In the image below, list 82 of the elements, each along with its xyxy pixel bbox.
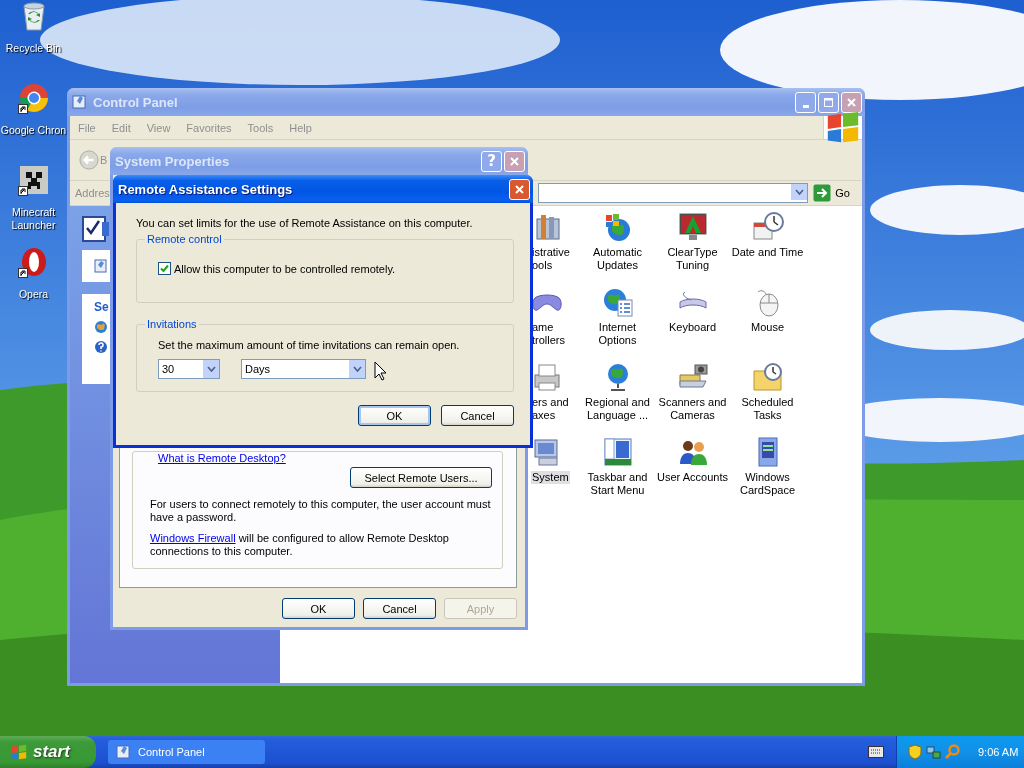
dropdown[interactable]: Days: [241, 359, 366, 379]
shortcut-arrow-icon: [17, 268, 28, 278]
select-users-button[interactable]: Select Remote Users...: [350, 467, 492, 488]
close-icon: [846, 96, 857, 108]
address-field[interactable]: [538, 183, 809, 203]
calendar-clock-icon: [751, 211, 784, 243]
help-icon: [94, 340, 108, 354]
note-text: For users to connect remotely to this computer, the user account must have a password.: [150, 498, 492, 524]
dropdown-button[interactable]: [791, 184, 808, 200]
group-label: Invitations: [145, 318, 199, 331]
control-panel-item[interactable]: System: [531, 471, 570, 484]
control-panel-item[interactable]: Date and Time: [730, 246, 805, 259]
close-icon: [509, 155, 520, 167]
max-button[interactable]: [818, 91, 839, 113]
caret-icon: [794, 188, 804, 196]
control-panel-item[interactable]: ers and axes: [531, 396, 570, 422]
window-icon: [72, 94, 88, 110]
control-panel-item[interactable]: Scheduled Tasks: [740, 396, 795, 422]
shortcut-arrow-icon: [17, 186, 28, 196]
control-panel-item[interactable]: istrative ools: [531, 246, 571, 272]
control-panel-item[interactable]: User Accounts: [656, 471, 729, 484]
firewall-text: Windows Firewall will be configured to allow Remote Desktop connections to this computer.: [150, 532, 450, 558]
link[interactable]: What is Remote Desktop?: [158, 452, 492, 464]
control-panel-item[interactable]: Regional and Language ...: [584, 396, 651, 422]
group-label: Remote control: [145, 233, 224, 246]
window-title: System Properties: [115, 153, 231, 169]
control-panel-item[interactable]: Windows CardSpace: [738, 471, 796, 497]
control-panel-item[interactable]: Taskbar and Start Menu: [586, 471, 649, 497]
window-icon: [94, 259, 108, 273]
intro-text: You can set limits for the use of Remote Assistance on this computer.: [136, 217, 474, 229]
check-icon: [160, 264, 169, 273]
window-title: Remote Assistance Settings: [118, 181, 294, 197]
shield-icon[interactable]: [907, 744, 923, 760]
keyboard-icon[interactable]: [868, 746, 884, 758]
close-icon: [514, 183, 525, 195]
minimize-icon: [802, 104, 809, 108]
start-button[interactable]: start: [0, 736, 96, 768]
control-panel-item[interactable]: Automatic Updates: [592, 246, 643, 272]
caret-icon: [352, 365, 362, 373]
maximize-icon: [823, 96, 834, 108]
instruction-text: Set the maximum amount of time invitations can remain open.: [158, 339, 461, 351]
cursor-icon: [374, 361, 387, 381]
taskbar-window-icon: [601, 436, 634, 468]
globe-icon: [94, 320, 108, 334]
desktop-icon-label[interactable]: Minecraft Launcher: [0, 206, 67, 232]
dialog-button[interactable]: Cancel: [441, 405, 514, 426]
control-panel-item[interactable]: Internet Options: [597, 321, 638, 347]
caret-icon: [206, 365, 216, 373]
go-button[interactable]: Go: [813, 184, 862, 202]
checkbox[interactable]: [158, 262, 171, 275]
min-button[interactable]: [795, 91, 816, 113]
desktop-icon-label[interactable]: Opera: [18, 288, 49, 301]
shortcut-arrow-icon: [17, 104, 28, 114]
network-icon[interactable]: [926, 744, 942, 760]
panel-heading: Se: [94, 300, 110, 314]
close-button[interactable]: [509, 178, 530, 200]
monitor-icon: [676, 211, 709, 243]
dialog-button[interactable]: Cancel: [363, 598, 436, 619]
clock: 9:06 AM: [978, 746, 1019, 758]
checkbox-label[interactable]: Allow this computer to be controlled remotely.: [174, 262, 396, 275]
checklist-icon: [82, 214, 110, 242]
control-panel-item[interactable]: Keyboard: [667, 321, 718, 334]
desktop-icon-label[interactable]: Google Chron: [0, 124, 67, 137]
dialog-button[interactable]: OK: [282, 598, 355, 619]
control-panel-item[interactable]: ame trollers: [531, 321, 566, 347]
desktop-icon-label[interactable]: Recycle Bin: [5, 42, 62, 55]
window-title: Control Panel: [93, 94, 179, 110]
flag-icon: [10, 743, 28, 761]
taskbar-button[interactable]: Control Panel: [108, 740, 265, 764]
folder-clock-icon: [751, 361, 784, 393]
dialog-button[interactable]: OK: [358, 405, 431, 426]
globe-checklist-icon: [601, 286, 634, 318]
ring-icon[interactable]: [17, 82, 50, 114]
control-panel-item[interactable]: Scanners and Cameras: [657, 396, 728, 422]
close-button[interactable]: [504, 150, 525, 172]
close-button[interactable]: [841, 91, 862, 113]
window-icon: [116, 744, 132, 760]
link[interactable]: Windows Firewall: [150, 532, 236, 544]
dropdown[interactable]: 30: [158, 359, 220, 379]
control-panel-item[interactable]: ClearType Tuning: [666, 246, 719, 272]
printer-icon: [531, 361, 563, 393]
control-panel-item[interactable]: Mouse: [750, 321, 785, 334]
